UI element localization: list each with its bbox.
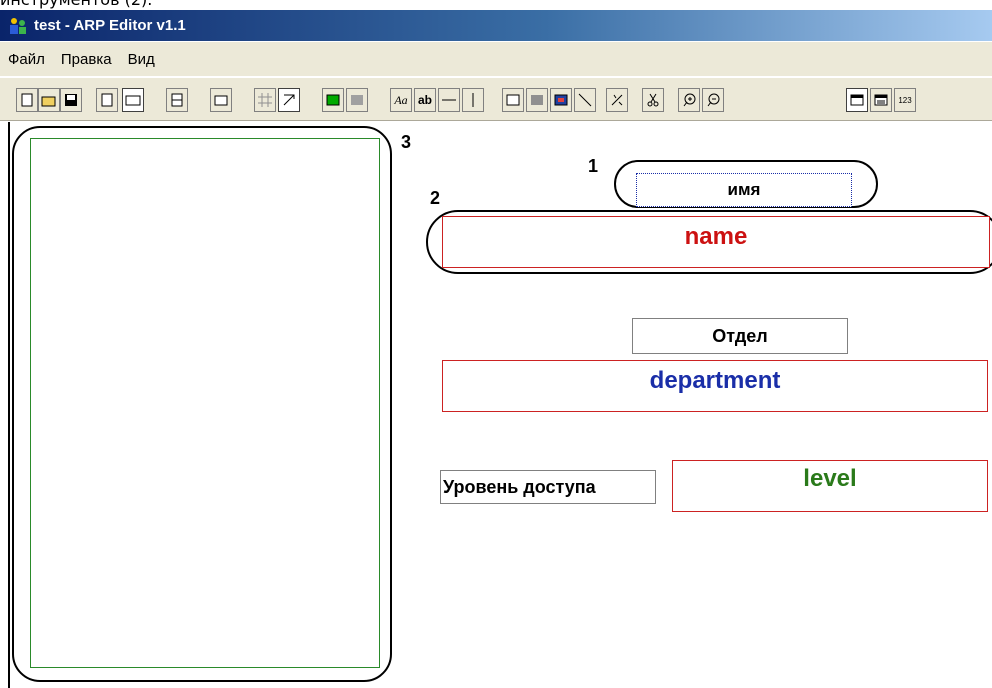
access-level-field-text: level: [803, 465, 857, 492]
annotation-3: 3: [401, 132, 412, 152]
wand-icon[interactable]: [606, 88, 628, 112]
access-level-field[interactable]: level: [672, 460, 988, 512]
vline-icon[interactable]: [462, 88, 484, 112]
zoom-in-icon[interactable]: [678, 88, 700, 112]
grid-icon[interactable]: [254, 88, 276, 112]
annotation-1: 1: [588, 156, 599, 176]
caption-text: инструментов (2).: [0, 0, 152, 10]
image-icon[interactable]: [550, 88, 572, 112]
report-area[interactable]: [30, 138, 380, 668]
font-icon[interactable]: Aa: [390, 88, 412, 112]
design-canvas[interactable]: 3 1 имя 2 name Отдел department Уровень …: [8, 122, 992, 688]
hline-icon[interactable]: [438, 88, 460, 112]
border-color-icon[interactable]: [346, 88, 368, 112]
name-field[interactable]: name: [442, 216, 990, 268]
diagonal-line-icon[interactable]: [574, 88, 596, 112]
snap-icon[interactable]: [278, 88, 300, 112]
app-people-icon: [8, 16, 28, 36]
menu-file[interactable]: Файл: [0, 51, 53, 68]
page-small-icon[interactable]: [210, 88, 232, 112]
name-field-text: name: [684, 223, 748, 250]
toolbar: Aa ab 123: [0, 77, 992, 121]
text-icon[interactable]: ab: [414, 88, 436, 112]
cut-icon[interactable]: [642, 88, 664, 112]
department-label[interactable]: Отдел: [632, 318, 848, 354]
menu-view[interactable]: Вид: [120, 51, 163, 68]
new-icon[interactable]: [16, 88, 38, 112]
grid-view-icon[interactable]: [870, 88, 892, 112]
open-icon[interactable]: [38, 88, 60, 112]
zoom-out-icon[interactable]: [702, 88, 724, 112]
title-bar: test - ARP Editor v1.1: [0, 10, 992, 41]
page-landscape-icon[interactable]: [122, 88, 144, 112]
save-icon[interactable]: [60, 88, 82, 112]
filled-rect-icon[interactable]: [526, 88, 548, 112]
access-level-label[interactable]: Уровень доступа: [440, 470, 656, 504]
fill-color-icon[interactable]: [322, 88, 344, 112]
window-title: test - ARP Editor v1.1: [34, 17, 186, 34]
page-split-h-icon[interactable]: [166, 88, 188, 112]
department-field-text: department: [649, 367, 781, 394]
numbers-icon[interactable]: 123: [894, 88, 916, 112]
menu-bar: Файл Правка Вид: [0, 42, 992, 76]
window-icon[interactable]: [846, 88, 868, 112]
page-portrait-icon[interactable]: [96, 88, 118, 112]
menu-edit[interactable]: Правка: [53, 51, 120, 68]
name-label[interactable]: имя: [636, 173, 852, 207]
annotation-2: 2: [430, 188, 441, 208]
department-field[interactable]: department: [442, 360, 988, 412]
rect-icon[interactable]: [502, 88, 524, 112]
